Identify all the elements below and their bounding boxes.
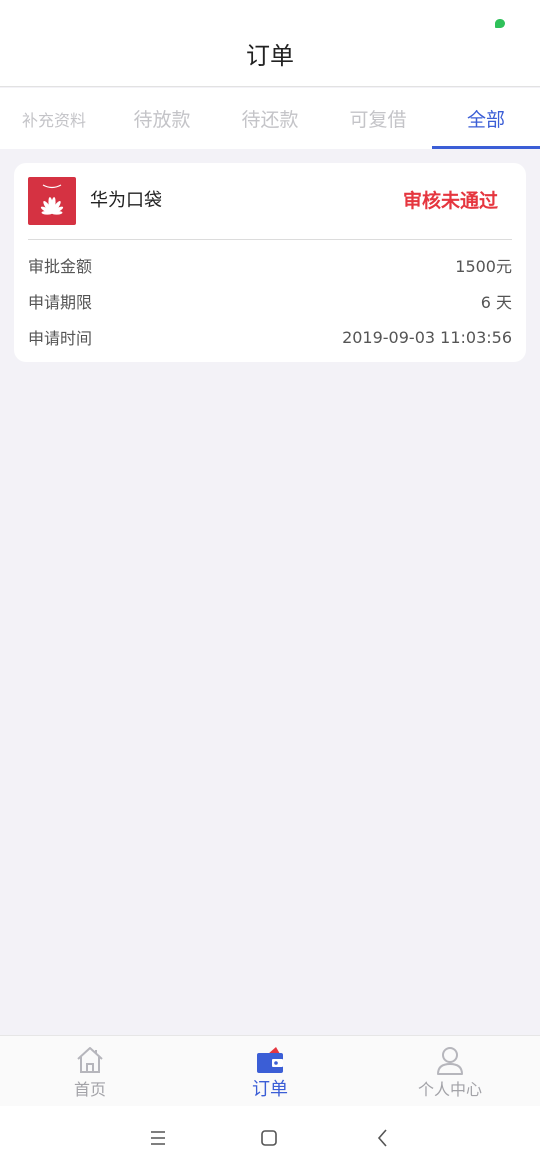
system-nav-bar: [0, 1106, 540, 1170]
home-icon: [77, 1047, 103, 1073]
apply-time-row: 申请时间 2019-09-03 11:03:56: [28, 322, 512, 352]
nav-profile[interactable]: 个人中心: [360, 1036, 540, 1106]
row-value: 2019-09-03 11:03:56: [342, 327, 512, 347]
huawei-logo-icon: [28, 177, 76, 225]
loan-term-row: 申请期限 6 天: [28, 286, 512, 316]
order-card[interactable]: 华为口袋 审核未通过 审批金额 1500元 申请期限 6 天 申请时间 2019…: [14, 163, 526, 362]
nav-profile-label: 个人中心: [417, 1080, 482, 1099]
row-label: 申请期限: [28, 293, 93, 312]
tab-reborrowable[interactable]: 可复借: [324, 88, 432, 149]
approved-amount-row: 审批金额 1500元: [28, 250, 512, 280]
row-label: 审批金额: [28, 257, 93, 276]
tab-all[interactable]: 全部: [432, 88, 540, 149]
menu-icon[interactable]: [146, 1126, 170, 1150]
tab-pending-disbursement[interactable]: 待放款: [108, 88, 216, 149]
wallet-icon: [257, 1047, 283, 1073]
back-icon[interactable]: [371, 1126, 395, 1150]
person-icon: [437, 1047, 463, 1075]
status-badge: 审核未通过: [402, 190, 498, 212]
order-card-header: 华为口袋 审核未通过: [14, 163, 526, 239]
row-value: 6 天: [480, 293, 512, 312]
bottom-nav: 首页 订单 个人中心: [0, 1035, 540, 1106]
product-name: 华为口袋: [90, 190, 162, 211]
nav-orders-label: 订单: [252, 1079, 288, 1100]
nav-home-label: 首页: [73, 1080, 106, 1099]
app-header: 订单: [0, 0, 540, 87]
notification-dot-icon: [495, 19, 505, 28]
nav-home[interactable]: 首页: [0, 1036, 180, 1106]
home-button-icon[interactable]: [257, 1126, 281, 1150]
tab-pending-repayment[interactable]: 待还款: [216, 88, 324, 149]
page-title: 订单: [246, 42, 294, 70]
row-value: 1500元: [455, 257, 512, 276]
nav-orders[interactable]: 订单: [180, 1036, 360, 1106]
tab-supplement-info[interactable]: 补充资料: [0, 88, 108, 149]
order-tabs: 补充资料 待放款 待还款 可复借 全部: [0, 88, 540, 149]
divider: [28, 239, 512, 240]
row-label: 申请时间: [28, 329, 93, 348]
